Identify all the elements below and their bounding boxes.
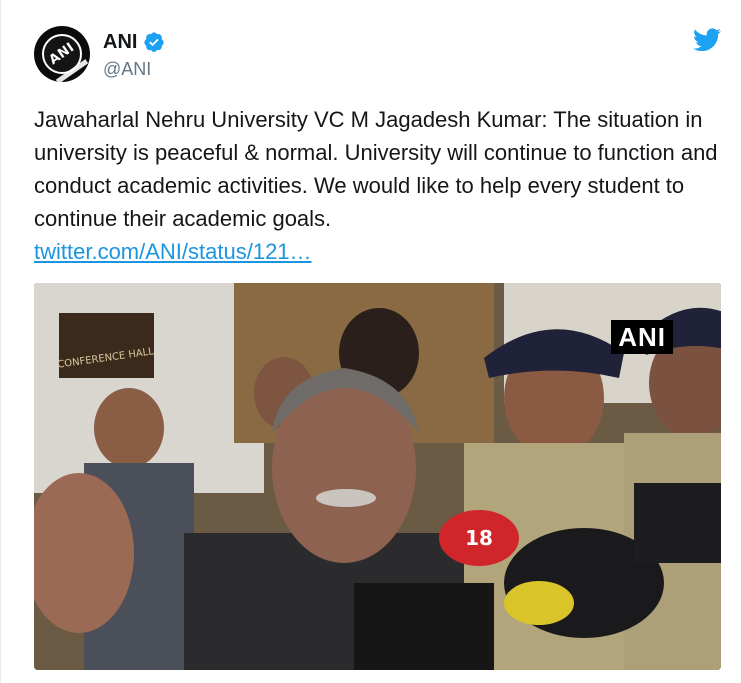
author-names[interactable]: ANI @ANI: [103, 29, 165, 80]
tweet-media-photo[interactable]: CONFERENCE HALL 18 ANI: [34, 283, 721, 670]
photo-person-left-head: [94, 388, 164, 468]
photo-central-man-moustache: [316, 489, 376, 507]
tweet-header: ANI ANI @ANI: [34, 26, 721, 86]
tweet-card: ANI ANI @ANI Jawaharlal Nehru University…: [0, 0, 741, 683]
photo-mic-label: 18: [465, 526, 493, 550]
photo-camera: [354, 583, 494, 670]
photo-mic-yellow: [504, 581, 574, 625]
avatar-logo: ANI: [42, 34, 89, 82]
tweet-text: Jawaharlal Nehru University VC M Jagades…: [34, 103, 724, 268]
tweet-link[interactable]: twitter.com/ANI/status/121…: [34, 239, 312, 264]
ani-watermark: ANI: [611, 320, 673, 354]
display-name[interactable]: ANI: [103, 31, 137, 54]
display-name-row: ANI: [103, 29, 165, 55]
twitter-bird-icon[interactable]: [693, 28, 721, 52]
verified-badge-icon: [144, 32, 165, 52]
tweet-body: Jawaharlal Nehru University VC M Jagades…: [34, 107, 718, 231]
avatar-logo-text: ANI: [46, 40, 78, 68]
photo-mic-right: [634, 483, 721, 563]
handle[interactable]: @ANI: [103, 59, 165, 80]
avatar[interactable]: ANI: [34, 26, 90, 82]
